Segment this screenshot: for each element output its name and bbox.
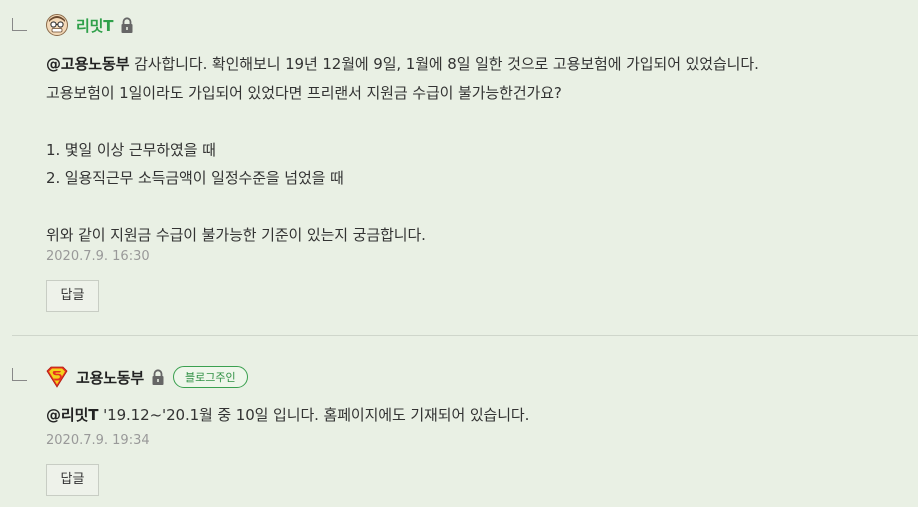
mention-link[interactable]: @리밋T [46,406,99,424]
comment-date: 2020.7.9. 19:34 [46,433,150,448]
comment-date: 2020.7.9. 16:30 [46,249,150,264]
reply-button[interactable]: 답글 [46,280,99,312]
lock-icon [151,368,165,386]
avatar[interactable] [46,366,68,388]
comment-header: 고용노동부 블로그주인 [46,365,248,389]
blog-owner-badge: 블로그주인 [173,366,248,388]
comment-author[interactable]: 리밋T [76,15,113,36]
mention-link[interactable]: @고용노동부 [46,55,130,73]
comment-header: 리밋T [46,13,134,37]
comment-text-line: '19.12~'20.1월 중 10일 입니다. 홈페이지에도 기재되어 있습니… [98,406,530,424]
reply-elbow-icon [12,368,27,381]
avatar[interactable] [46,14,68,36]
comment-divider [12,335,918,336]
comment-text-line: 감사합니다. 확인해보니 19년 12월에 9일, 1월에 8일 일한 것으로 … [129,55,759,73]
reply-elbow-icon [12,18,27,31]
lock-icon [120,16,134,34]
reply-button[interactable]: 답글 [46,464,99,496]
comment-text: 고용보험이 1일이라도 가입되어 있었다면 프리랜서 지원금 수급이 불가능한건… [46,83,562,245]
comment-author[interactable]: 고용노동부 [76,367,144,388]
comment-body: @고용노동부 감사합니다. 확인해보니 19년 12월에 9일, 1월에 8일 … [46,50,912,250]
comment-body: @리밋T '19.12~'20.1월 중 10일 입니다. 홈페이지에도 기재되… [46,401,912,430]
